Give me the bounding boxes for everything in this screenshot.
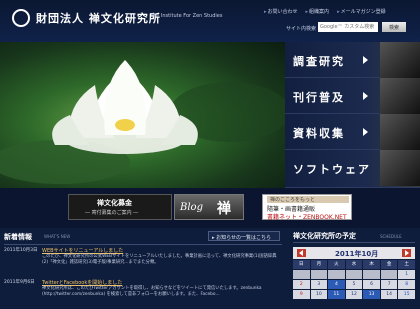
calendar-day[interactable]: 12	[345, 290, 363, 299]
bookshop-banner-bottom: 書籍ネット・ZENBOOK.NET	[267, 214, 347, 221]
news-body: このたび、禅文化研究所の公式WEBサイトをリニューアルいたしました。事業計画に沿…	[42, 254, 277, 265]
calendar-empty-cell	[328, 270, 345, 279]
site-header: 財団法人 禅文化研究所 The Institute For Zen Studie…	[0, 0, 420, 42]
calendar-header: 2011年10月	[293, 247, 415, 259]
divider	[4, 244, 282, 245]
news-headline-link[interactable]: WEBサイトをリニューアルしました	[42, 247, 123, 254]
news-section: 新着情報 WHAT'S NEW お知らせの一覧はこちら 2011年10月3日 W…	[0, 228, 285, 309]
site-search-label: サイト内検索	[286, 26, 317, 32]
menu-photo	[380, 42, 420, 78]
hero-lotus-image	[0, 42, 285, 188]
donation-banner-subtitle: ― 寄付募集のご案内 ―	[85, 210, 139, 216]
top-links: お問い合わせ 組織案内 メールマガジン登録	[264, 8, 386, 15]
schedule-section: 禅文化研究所の予定 SCHEDULE 2011年10月 日月火水木金土12345…	[285, 228, 420, 309]
menu-photo	[380, 150, 420, 186]
calendar-day[interactable]: 13	[363, 290, 380, 299]
calendar-day[interactable]: 8	[398, 280, 415, 289]
next-month-icon[interactable]	[402, 249, 411, 257]
prev-month-icon[interactable]	[297, 249, 306, 257]
calendar-dow-header: 水	[345, 260, 363, 269]
blog-banner-label: Blog	[180, 202, 203, 213]
calendar-day[interactable]: 3	[310, 280, 328, 289]
contact-link[interactable]: お問い合わせ	[264, 8, 298, 15]
arrow-right-icon	[363, 92, 368, 100]
calendar-day[interactable]: 7	[380, 280, 398, 289]
arrow-right-icon	[363, 56, 368, 64]
menu-item-label: ソフトウェア	[293, 163, 371, 176]
calendar-day[interactable]: 5	[345, 280, 363, 289]
donation-banner-title: 禅文化募金	[97, 199, 132, 207]
site-logo-text[interactable]: 財団法人 禅文化研究所	[36, 10, 161, 26]
donation-banner[interactable]: 禅文化募金 ― 寄付募集のご案内 ―	[68, 194, 172, 220]
calendar-dow-header: 月	[310, 260, 328, 269]
organization-link[interactable]: 組織案内	[306, 8, 329, 15]
calendar-empty-cell	[380, 270, 398, 279]
calendar-empty-cell	[293, 270, 310, 279]
bookshop-banner-top: 禅のこころをもっと	[267, 196, 349, 203]
calendar-day[interactable]: 6	[363, 280, 380, 289]
news-item: 2011年10月3日 WEBサイトをリニューアルしました このたび、禅文化研究所…	[4, 247, 282, 279]
bookshop-banner[interactable]: 禅のこころをもっと 隨筆・画書籍通販 書籍ネット・ZENBOOK.NET	[262, 194, 352, 221]
blog-banner[interactable]: Blog 禅	[174, 194, 244, 220]
calendar-day[interactable]: 1	[398, 270, 415, 279]
calendar-empty-cell	[345, 270, 363, 279]
calendar-dow-header: 土	[398, 260, 415, 269]
news-body: 禅文化研究所は、このたびTwitterアカウントを取得し、お知らせなどをツイート…	[42, 286, 262, 297]
menu-item-archives[interactable]: 資料収集	[285, 114, 420, 150]
menu-photo	[380, 114, 420, 150]
menu-photo	[380, 78, 420, 114]
calendar-day[interactable]: 9	[293, 290, 310, 299]
menu-item-label: 資料収集	[293, 127, 345, 140]
calendar-dow-header: 金	[380, 260, 398, 269]
main-menu: 調査研究 刊行普及 資料収集 ソフトウェア	[285, 42, 420, 188]
schedule-subtitle: SCHEDULE	[380, 234, 402, 239]
calendar-day[interactable]: 4	[328, 280, 345, 289]
newsletter-link[interactable]: メールマガジン登録	[337, 8, 386, 15]
calendar-dow-header: 日	[293, 260, 310, 269]
schedule-title: 禅文化研究所の予定	[293, 232, 356, 240]
calendar-day[interactable]: 10	[310, 290, 328, 299]
menu-item-publishing[interactable]: 刊行普及	[285, 78, 420, 114]
calendar-day[interactable]: 15	[398, 290, 415, 299]
calendar-dow-header: 火	[328, 260, 345, 269]
blog-banner-kanji: 禅	[217, 201, 231, 217]
news-list-button[interactable]: お知らせの一覧はこちら	[208, 231, 280, 241]
calendar-day[interactable]: 14	[380, 290, 398, 299]
arrow-right-icon	[363, 128, 368, 136]
news-item: 2011年9月6日 TwitterとFacebookを開始しました 禅文化研究所…	[4, 279, 282, 309]
search-button[interactable]: 検索	[382, 22, 406, 32]
site-logo-subtitle: The Institute For Zen Studies	[150, 13, 223, 19]
news-title: 新着情報	[4, 233, 32, 241]
calendar-dow-header: 木	[363, 260, 380, 269]
banner-strip: 禅文化募金 ― 寄付募集のご案内 ― Blog 禅 禅のこころをもっと 隨筆・画…	[0, 188, 420, 228]
lotus-illustration	[0, 60, 285, 184]
menu-item-software[interactable]: ソフトウェア	[285, 150, 420, 188]
menu-item-label: 調査研究	[293, 55, 345, 68]
calendar-grid: 日月火水木金土 1 2 3 4 5 6 7 8 9 10 11 12 13 14 15	[293, 260, 415, 299]
calendar-empty-cell	[310, 270, 328, 279]
menu-item-label: 刊行普及	[293, 91, 345, 104]
news-date: 2011年9月6日	[4, 280, 35, 285]
calendar-day[interactable]: 2	[293, 280, 310, 289]
calendar-empty-cell	[363, 270, 380, 279]
news-headline-link[interactable]: TwitterとFacebookを開始しました	[42, 279, 122, 286]
news-subtitle: WHAT'S NEW	[44, 234, 71, 239]
enso-logo-icon[interactable]	[12, 9, 30, 27]
search-input[interactable]	[318, 22, 378, 32]
divider	[293, 242, 415, 243]
calendar-month: 2011年10月	[335, 250, 379, 258]
calendar-day[interactable]: 11	[328, 290, 345, 299]
menu-item-research[interactable]: 調査研究	[285, 42, 420, 78]
news-date: 2011年10月3日	[4, 248, 38, 253]
